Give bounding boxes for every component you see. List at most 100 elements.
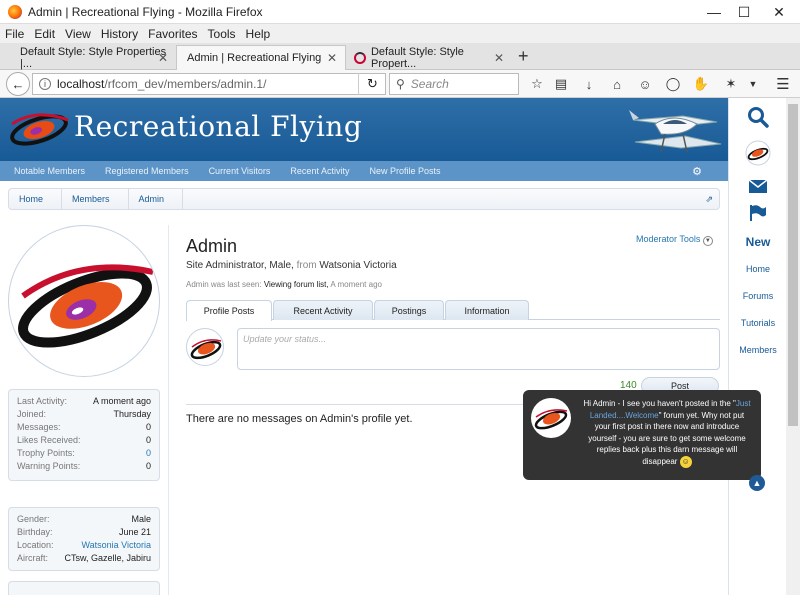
browser-tab-style-properties-2[interactable]: Default Style: Style Propert... ✕: [346, 45, 512, 70]
stat-row: Joined: Thursday: [17, 408, 151, 419]
welcome-notice: Hi Admin - I see you haven't posted in t…: [523, 390, 761, 480]
profile-title: Site Administrator, Male, from Watsonia …: [186, 260, 397, 271]
sidebar-forums[interactable]: Forums: [729, 291, 786, 301]
search-input[interactable]: ⚲ Search: [389, 73, 519, 95]
scrollbar-thumb[interactable]: [788, 104, 798, 426]
tab-profile-posts[interactable]: Profile Posts: [186, 300, 272, 321]
addon-icon[interactable]: ✶: [721, 74, 741, 94]
window-title: Admin | Recreational Flying - Mozilla Fi…: [28, 4, 263, 19]
menu-edit[interactable]: Edit: [29, 27, 60, 41]
tab-recent-activity[interactable]: Recent Activity: [273, 300, 373, 320]
breadcrumb: Home Members Admin ⇗: [8, 188, 720, 210]
tab-information[interactable]: Information: [445, 300, 529, 320]
tab-label: Admin | Recreational Flying: [187, 52, 322, 64]
user-avatar-icon[interactable]: [729, 140, 786, 166]
breadcrumb-home[interactable]: Home: [9, 189, 63, 209]
menu-help[interactable]: Help: [241, 27, 276, 41]
tab-strip: Default Style: Style Properties |... ✕ A…: [0, 43, 800, 70]
info-icon[interactable]: i: [39, 78, 51, 90]
status-input[interactable]: Update your status...: [237, 328, 720, 370]
site-favicon-icon: [354, 51, 366, 64]
close-window-icon[interactable]: ✕: [762, 0, 796, 24]
location-link[interactable]: Watsonia Victoria: [81, 540, 151, 550]
home-icon[interactable]: ⌂: [607, 74, 627, 94]
chevron-down-icon[interactable]: ▼: [743, 74, 763, 94]
menu-file[interactable]: File: [0, 27, 29, 41]
aircraft-illustration: [629, 110, 722, 153]
close-tab-icon[interactable]: ✕: [158, 51, 168, 65]
navigation-toolbar: ← i localhost/rfcom_dev/members/admin.1/…: [0, 70, 800, 98]
reading-list-icon[interactable]: ▤: [551, 74, 571, 94]
member-info-box: Gender: Male Birthday: June 21 Location: Wa…: [8, 507, 160, 571]
site-banner: Recreational Flying: [0, 98, 728, 161]
back-arrow-icon[interactable]: ←: [6, 72, 30, 96]
sidebar-new[interactable]: New: [729, 235, 786, 249]
scroll-to-top-icon[interactable]: ▲: [749, 475, 765, 491]
stat-row: Messages: 0: [17, 421, 151, 432]
browser-tab-style-properties[interactable]: Default Style: Style Properties |... ✕: [0, 45, 176, 70]
content-divider: [168, 225, 169, 595]
reload-icon[interactable]: ↻: [358, 73, 386, 95]
last-seen: Admin was last seen: Viewing forum list,…: [186, 280, 382, 289]
new-tab-icon[interactable]: +: [518, 46, 529, 67]
menu-view[interactable]: View: [60, 27, 96, 41]
breadcrumb-admin[interactable]: Admin: [129, 189, 184, 209]
nav-recent-activity[interactable]: Recent Activity: [276, 166, 355, 176]
maximize-icon[interactable]: ☐: [727, 0, 761, 24]
browser-tab-admin[interactable]: Admin | Recreational Flying ✕: [176, 45, 346, 70]
hello-icon[interactable]: ☺: [635, 74, 655, 94]
last-seen-activity-link[interactable]: Viewing forum list,: [264, 280, 329, 289]
search-icon[interactable]: [729, 106, 786, 128]
sidebar-tutorials[interactable]: Tutorials: [729, 318, 786, 328]
profile-location-link[interactable]: Watsonia Victoria: [319, 260, 396, 271]
menu-bar: File Edit View History Favorites Tools H…: [0, 24, 800, 43]
stat-row: Warning Points: 0: [17, 460, 151, 471]
envelope-icon[interactable]: [729, 178, 786, 194]
page-scrollbar[interactable]: [786, 98, 800, 595]
breadcrumb-members[interactable]: Members: [62, 189, 129, 209]
sidebar-members[interactable]: Members: [729, 345, 786, 355]
right-sidebar: New Home Forums Tutorials Members: [728, 98, 786, 595]
url-path: /rfcom_dev/members/admin.1/: [104, 77, 267, 91]
nav-notable-members[interactable]: Notable Members: [0, 166, 91, 176]
extension-icon[interactable]: ✋: [691, 74, 711, 94]
hamburger-menu-icon[interactable]: ☰: [773, 74, 793, 94]
nav-current-visitors[interactable]: Current Visitors: [195, 166, 277, 176]
trophy-points-link[interactable]: 0: [146, 448, 151, 458]
url-host: localhost: [57, 77, 105, 91]
moderator-tools-button[interactable]: Moderator Tools ▼: [636, 234, 713, 246]
profile-name: Admin: [186, 236, 238, 256]
tab-postings[interactable]: Postings: [374, 300, 444, 320]
gear-icon[interactable]: ⚙: [678, 165, 708, 178]
url-bar[interactable]: i localhost/rfcom_dev/members/admin.1/: [32, 73, 386, 95]
tab-label: Default Style: Style Propert...: [370, 45, 464, 70]
close-tab-icon[interactable]: ✕: [494, 51, 504, 65]
firefox-window: Admin | Recreational Flying - Mozilla Fi…: [0, 0, 800, 595]
no-messages-text: There are no messages on Admin's profile…: [186, 413, 413, 425]
site-brand[interactable]: Recreational Flying: [74, 110, 362, 143]
download-icon[interactable]: ↓: [579, 74, 599, 94]
info-row: Birthday: June 21: [17, 526, 151, 537]
welcome-notice-text: Hi Admin - I see you haven't posted in t…: [583, 399, 751, 468]
avatar[interactable]: [186, 328, 224, 366]
nav-registered-members[interactable]: Registered Members: [91, 166, 195, 176]
chevron-down-icon: ▼: [702, 236, 713, 246]
minimize-icon[interactable]: —: [697, 0, 731, 24]
menu-favorites[interactable]: Favorites: [143, 27, 202, 41]
member-extra-box: [8, 581, 160, 595]
pocket-icon[interactable]: ◯: [663, 74, 683, 94]
menu-tools[interactable]: Tools: [203, 27, 241, 41]
sidebar-home[interactable]: Home: [729, 264, 786, 274]
flag-icon[interactable]: [729, 204, 786, 222]
external-link-icon[interactable]: ⇗: [705, 194, 713, 205]
profile-avatar[interactable]: [8, 225, 160, 377]
smiley-icon: ☺: [679, 455, 692, 468]
member-stats-box: Last Activity: A moment ago Joined: Thursd…: [8, 389, 160, 481]
close-tab-icon[interactable]: ✕: [327, 51, 337, 65]
menu-history[interactable]: History: [96, 27, 143, 41]
site-logo-icon[interactable]: [6, 110, 72, 148]
search-placeholder: Search: [410, 77, 449, 91]
avatar-logo-icon: [190, 339, 222, 360]
nav-new-profile-posts[interactable]: New Profile Posts: [355, 166, 446, 176]
bookmark-star-icon[interactable]: ☆: [527, 74, 547, 94]
